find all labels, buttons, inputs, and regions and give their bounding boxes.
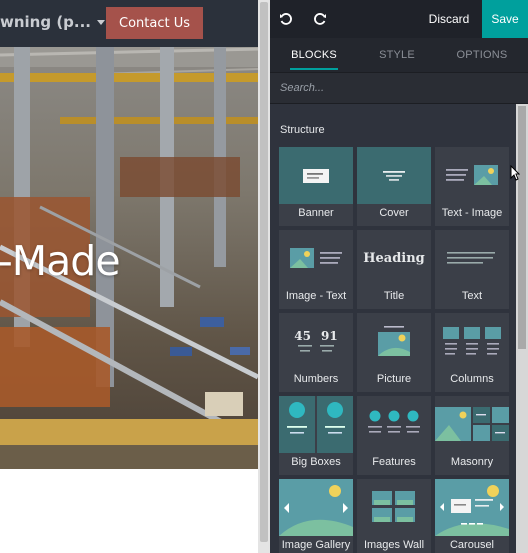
block-label: Banner [298,207,334,219]
undo-icon[interactable] [276,9,296,29]
image-text-icon [279,230,353,287]
block-label: Image Gallery [281,539,351,551]
block-carousel[interactable]: Carousel [435,479,509,553]
text-icon [435,230,509,287]
hero-banner[interactable]: -Made [0,47,258,469]
block-label: Numbers [293,373,339,385]
section-title-structure: Structure [280,124,325,136]
block-label: Big Boxes [291,456,341,468]
features-icon [357,396,431,453]
carousel-icon [435,479,509,536]
image-gallery-icon [279,479,353,536]
caret-down-icon [97,20,106,25]
block-label: Cover [379,207,409,219]
block-label: Features [372,456,416,468]
block-images-wall[interactable]: Images Wall [357,479,431,553]
numbers-thumb-value: 45 [294,328,311,343]
blocks-scroll-thumb[interactable] [518,106,526,349]
block-label: Masonry [450,456,494,468]
block-title[interactable]: Heading Title [357,230,431,309]
block-image-text[interactable]: Image - Text [279,230,353,309]
editor-topbar: Discard Save [270,0,528,38]
nav-menu-label: wning (p... [0,13,92,31]
contact-us-button[interactable]: Contact Us [106,7,203,39]
block-label: Images Wall [363,539,425,551]
text-image-icon [435,147,509,204]
banner-icon [279,147,353,204]
title-icon: Heading [357,230,431,287]
block-features[interactable]: Features [357,396,431,475]
hero-title[interactable]: -Made [0,237,121,285]
columns-icon [435,313,509,370]
masonry-icon [435,396,509,453]
website-preview: wning (p... Contact Us -Made [0,0,270,553]
block-masonry[interactable]: Masonry [435,396,509,475]
editor-tabs: BLOCKS STYLE OPTIONS [270,38,528,72]
block-picture[interactable]: Picture [357,313,431,392]
block-label: Carousel [449,539,495,551]
images-wall-icon [357,479,431,536]
discard-button[interactable]: Discard [418,0,480,38]
numbers-icon: 45 91 [279,313,353,370]
tab-style[interactable]: STYLE [358,38,436,72]
block-text-image[interactable]: Text - Image [435,147,509,226]
nav-menu-dropdown[interactable]: wning (p... [0,13,106,31]
block-label: Text - Image [441,207,503,219]
preview-scroll-thumb[interactable] [260,2,268,542]
editor-panel: Discard Save BLOCKS STYLE OPTIONS Struct… [270,0,528,553]
block-text[interactable]: Text [435,230,509,309]
block-banner[interactable]: Banner [279,147,353,226]
title-thumb-heading: Heading [363,251,425,266]
block-label: Image - Text [285,290,347,302]
cover-icon [357,147,431,204]
redo-icon[interactable] [310,9,330,29]
block-label: Picture [376,373,412,385]
block-image-gallery[interactable]: Image Gallery [279,479,353,553]
search-input[interactable] [270,73,528,103]
block-label: Title [383,290,405,302]
picture-icon [357,313,431,370]
search-bar [270,72,528,104]
mouse-cursor-icon [510,164,521,186]
preview-scrollbar[interactable] [258,0,270,553]
tab-blocks[interactable]: BLOCKS [270,38,358,72]
block-label: Text [461,290,483,302]
block-numbers[interactable]: 45 91 Numbers [279,313,353,392]
save-button[interactable]: Save [482,0,528,38]
block-columns[interactable]: Columns [435,313,509,392]
tab-options[interactable]: OPTIONS [436,38,528,72]
block-cover[interactable]: Cover [357,147,431,226]
block-label: Columns [450,373,494,385]
site-header: wning (p... Contact Us [0,0,258,47]
big-boxes-icon [279,396,353,453]
block-big-boxes[interactable]: Big Boxes [279,396,353,475]
numbers-thumb-value: 91 [321,328,338,343]
active-tab-indicator [290,68,338,70]
